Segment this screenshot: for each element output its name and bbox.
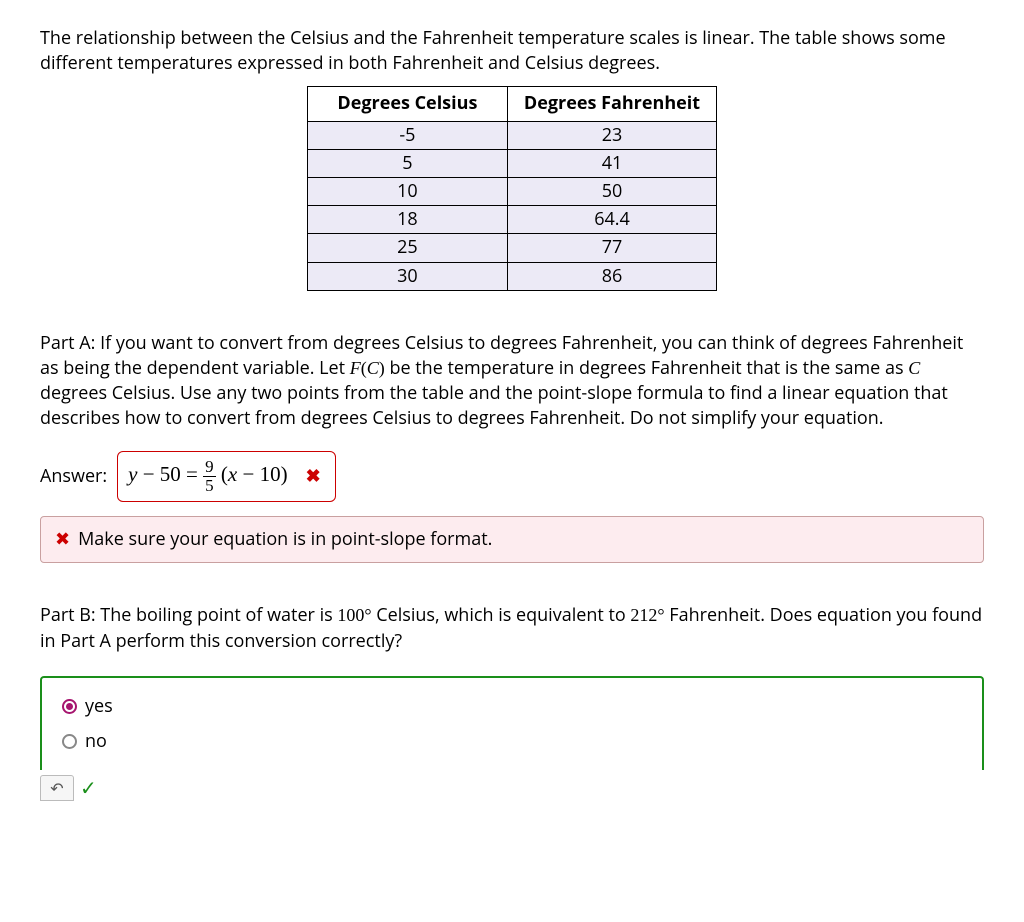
cell-celsius: -5 [307,121,507,149]
col-header-fahrenheit: Degrees Fahrenheit [507,87,716,121]
correct-check-icon: ✓ [80,774,97,802]
feedback-text: Make sure your equation is in point-slop… [78,527,492,552]
cell-celsius: 18 [307,206,507,234]
footer-bar: ↶ ✓ [40,774,984,802]
table-row: 1864.4 [307,206,716,234]
cell-fahrenheit: 64.4 [507,206,716,234]
undo-button[interactable]: ↶ [40,775,74,801]
table-row: 2577 [307,234,716,262]
cell-fahrenheit: 41 [507,149,716,177]
radio-label: no [85,729,107,754]
table-row: 541 [307,149,716,177]
error-icon: ✖ [55,527,70,552]
answer-row: Answer: y − 50 = 95 (x − 10) ✖ [40,451,984,502]
cell-celsius: 30 [307,262,507,290]
radio-label: yes [85,694,113,719]
table-row: 3086 [307,262,716,290]
cell-fahrenheit: 50 [507,177,716,205]
table-row: -523 [307,121,716,149]
part-b-answer-box: yes no [40,676,984,770]
radio-icon [62,699,77,714]
answer-input[interactable]: y − 50 = 95 (x − 10) ✖ [117,451,336,502]
cell-fahrenheit: 23 [507,121,716,149]
radio-icon [62,734,77,749]
answer-label: Answer: [40,464,107,489]
radio-option-no[interactable]: no [62,729,962,754]
radio-option-yes[interactable]: yes [62,694,962,719]
table-row: 1050 [307,177,716,205]
cell-celsius: 10 [307,177,507,205]
cell-fahrenheit: 86 [507,262,716,290]
part-b-prompt: Part B: The boiling point of water is 10… [40,603,984,653]
intro-text: The relationship between the Celsius and… [40,26,984,76]
part-a-prompt: Part A: If you want to convert from degr… [40,331,984,432]
temperature-table: Degrees Celsius Degrees Fahrenheit -523 … [307,86,717,290]
table-header-row: Degrees Celsius Degrees Fahrenheit [307,87,716,121]
cell-fahrenheit: 77 [507,234,716,262]
undo-icon: ↶ [50,777,63,799]
incorrect-icon: ✖ [306,464,321,489]
col-header-celsius: Degrees Celsius [307,87,507,121]
cell-celsius: 5 [307,149,507,177]
cell-celsius: 25 [307,234,507,262]
feedback-banner: ✖ Make sure your equation is in point-sl… [40,516,984,563]
answer-equation: y − 50 = 95 (x − 10) [128,458,287,495]
